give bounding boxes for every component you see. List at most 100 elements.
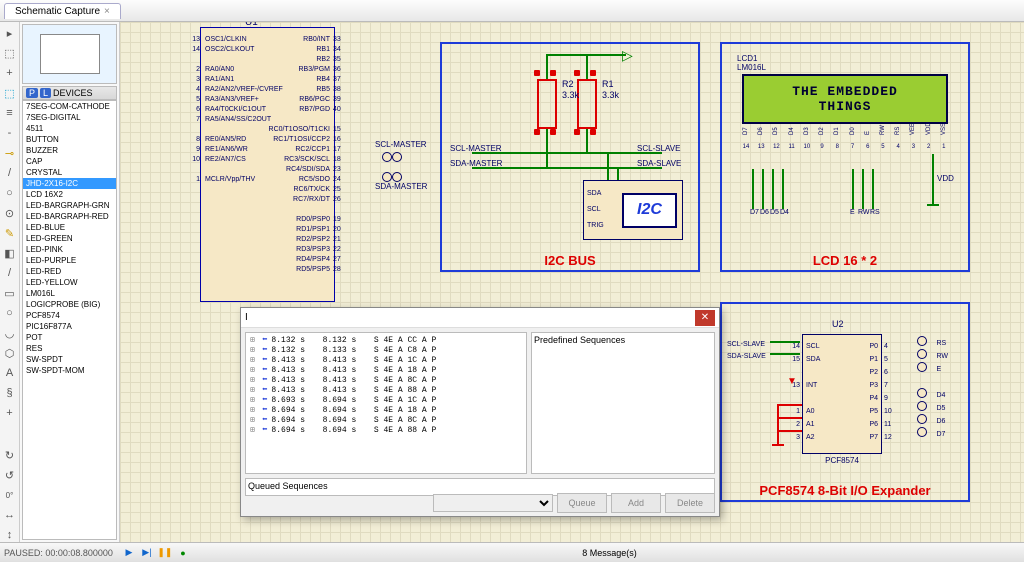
lcd-vdd: VDD bbox=[937, 174, 954, 183]
queue-button[interactable]: Queue bbox=[557, 493, 607, 513]
dialog-buttons: Queue Add Delete bbox=[433, 493, 715, 513]
tab-schematic[interactable]: Schematic Capture × bbox=[4, 3, 121, 19]
device-list[interactable]: 7SEG-COM-CATHODE7SEG-DIGITAL4511BUTTONBU… bbox=[22, 100, 117, 540]
pcf-out-p5[interactable] bbox=[917, 401, 927, 411]
device-item[interactable]: LED-PINK bbox=[23, 244, 116, 255]
device-item[interactable]: BUTTON bbox=[23, 134, 116, 145]
badge-l[interactable]: L bbox=[40, 88, 51, 98]
component-r2[interactable] bbox=[537, 79, 557, 129]
stop-button[interactable]: ● bbox=[175, 546, 191, 560]
i2c-debugger-dialog[interactable]: I ✕ ⊞⬅8.132 s 8.132 s S 4E A CC A P⊞⬅8.1… bbox=[240, 307, 720, 517]
pause-button[interactable]: ❚❚ bbox=[157, 546, 173, 560]
device-item[interactable]: PCF8574 bbox=[23, 310, 116, 321]
device-item[interactable]: 4511 bbox=[23, 123, 116, 134]
lcd-ref-label: LCD1 LM016L bbox=[737, 54, 766, 72]
device-item[interactable]: LED-RED bbox=[23, 266, 116, 277]
instr-icon[interactable]: ◧ bbox=[3, 246, 17, 260]
device-item[interactable]: SW-SPDT bbox=[23, 354, 116, 365]
gen-icon[interactable]: ⊙ bbox=[3, 206, 17, 220]
device-item[interactable]: BUZZER bbox=[23, 145, 116, 156]
select-icon[interactable]: ⬚ bbox=[3, 46, 17, 60]
lcd-net-d5: D5 bbox=[770, 209, 779, 216]
device-item[interactable]: LED-YELLOW bbox=[23, 277, 116, 288]
probe-icon[interactable]: ✎ bbox=[3, 226, 17, 240]
pcf-out-p1[interactable] bbox=[917, 349, 927, 359]
device-item[interactable]: POT bbox=[23, 332, 116, 343]
dialog-close-button[interactable]: ✕ bbox=[695, 310, 715, 326]
pin-icon[interactable]: ⊸ bbox=[3, 146, 17, 160]
path-icon[interactable]: ⬡ bbox=[3, 346, 17, 360]
tape-icon[interactable]: ○ bbox=[3, 186, 17, 200]
power-pin-sda[interactable] bbox=[382, 172, 392, 182]
rect-icon[interactable]: ▭ bbox=[3, 286, 17, 300]
step-button[interactable]: ▶| bbox=[139, 546, 155, 560]
gate-icon[interactable]: ≡ bbox=[3, 106, 17, 120]
label-icon[interactable]: ⬚ bbox=[3, 86, 17, 100]
wire bbox=[772, 169, 774, 209]
device-item[interactable]: RES bbox=[23, 343, 116, 354]
device-item[interactable]: LED-GREEN bbox=[23, 233, 116, 244]
symbol-icon[interactable]: § bbox=[3, 386, 17, 400]
device-item[interactable]: LM016L bbox=[23, 288, 116, 299]
pcf-out-p0[interactable] bbox=[917, 336, 927, 346]
terminal-icon[interactable]: - bbox=[3, 126, 17, 140]
pcf-out-p6[interactable] bbox=[917, 414, 927, 424]
delete-button[interactable]: Delete bbox=[665, 493, 715, 513]
arc-icon[interactable]: ◡ bbox=[3, 326, 17, 340]
plus-icon[interactable]: + bbox=[3, 66, 17, 80]
power-pin-scl[interactable] bbox=[382, 152, 392, 162]
component-pcf8574[interactable]: SCLSDA INT A0A1A2 P0P1P2P3P4P5P6P7 1415 … bbox=[802, 334, 882, 454]
component-i2c-debugger[interactable]: SDA SCL TRIG I2C bbox=[583, 180, 683, 240]
device-item[interactable]: LED-BARGRAPH-GRN bbox=[23, 200, 116, 211]
device-item[interactable]: LED-BLUE bbox=[23, 222, 116, 233]
text-icon[interactable]: A bbox=[3, 366, 17, 380]
device-item[interactable]: JHD-2X16-I2C bbox=[23, 178, 116, 189]
device-item[interactable]: SW-SPDT-MOM bbox=[23, 365, 116, 376]
device-item[interactable]: CAP bbox=[23, 156, 116, 167]
dialog-trace-list[interactable]: ⊞⬅8.132 s 8.132 s S 4E A CC A P⊞⬅8.132 s… bbox=[245, 332, 527, 474]
pcf-nums-right: 45679101112 bbox=[884, 340, 896, 444]
angle-icon[interactable]: 0° bbox=[3, 488, 17, 502]
close-icon[interactable]: × bbox=[104, 6, 110, 17]
rotate-ccw-icon[interactable]: ↺ bbox=[3, 468, 17, 482]
dialog-titlebar[interactable]: I ✕ bbox=[241, 308, 719, 328]
flip-h-icon[interactable]: ↔ bbox=[3, 508, 17, 522]
pcf-nums-left: 1415 13 123 bbox=[788, 340, 800, 444]
line-icon[interactable]: / bbox=[3, 266, 17, 280]
add-button[interactable]: Add bbox=[611, 493, 661, 513]
device-item[interactable]: 7SEG-COM-CATHODE bbox=[23, 101, 116, 112]
component-lcd[interactable]: THE EMBEDDED THINGS D7D6D5D4D3D2D1D0ERWR… bbox=[742, 74, 948, 150]
device-item[interactable]: LED-PURPLE bbox=[23, 255, 116, 266]
power-pin-scl2[interactable] bbox=[392, 152, 402, 162]
marker-icon[interactable]: + bbox=[3, 406, 17, 420]
predefined-sequences[interactable]: Predefined Sequences bbox=[531, 332, 715, 474]
lcd-pins: D7D6D5D4D3D2D1D0ERWRSVEEVDDVSS bbox=[742, 128, 948, 134]
rotate-cw-icon[interactable]: ↻ bbox=[3, 448, 17, 462]
device-item[interactable]: LED-BARGRAPH-RED bbox=[23, 211, 116, 222]
component-mcu[interactable]: U1 1314 234567 8910 1 OSC1/CLKINOSC2/CLK… bbox=[165, 22, 370, 307]
device-item[interactable]: 7SEG-DIGITAL bbox=[23, 112, 116, 123]
device-item[interactable]: LOGICPROBE (BIG) bbox=[23, 299, 116, 310]
mcu-pins-right: RB0/INTRB1RB2RB3/PGMRB4RB5RB6/PGCRB7/PGD… bbox=[269, 35, 330, 275]
play-button[interactable]: ▶ bbox=[121, 546, 137, 560]
circle-icon[interactable]: ○ bbox=[3, 306, 17, 320]
pcf-out-p2[interactable] bbox=[917, 362, 927, 372]
component-r1[interactable] bbox=[577, 79, 597, 129]
pcf-out-p7[interactable] bbox=[917, 427, 927, 437]
device-item[interactable]: PIC16F877A bbox=[23, 321, 116, 332]
wire bbox=[546, 129, 548, 169]
device-item[interactable]: CRYSTAL bbox=[23, 167, 116, 178]
graph-icon[interactable]: / bbox=[3, 166, 17, 180]
sequence-select[interactable] bbox=[433, 494, 553, 512]
pcf-out-p4[interactable] bbox=[917, 388, 927, 398]
power-pin-sda2[interactable] bbox=[392, 172, 402, 182]
cursor-icon[interactable]: ▸ bbox=[3, 26, 17, 40]
device-item[interactable]: LCD 16X2 bbox=[23, 189, 116, 200]
flip-v-icon[interactable]: ↕ bbox=[3, 528, 17, 542]
tab-bar: Schematic Capture × bbox=[0, 0, 1024, 22]
block-title-lcd: LCD 16 * 2 bbox=[813, 253, 877, 268]
wire-addr bbox=[777, 404, 802, 406]
badge-p[interactable]: P bbox=[26, 88, 38, 98]
schematic-canvas[interactable]: U1 1314 234567 8910 1 OSC1/CLKINOSC2/CLK… bbox=[120, 22, 1024, 542]
net-scl-master: SCL-MASTER bbox=[375, 140, 427, 149]
